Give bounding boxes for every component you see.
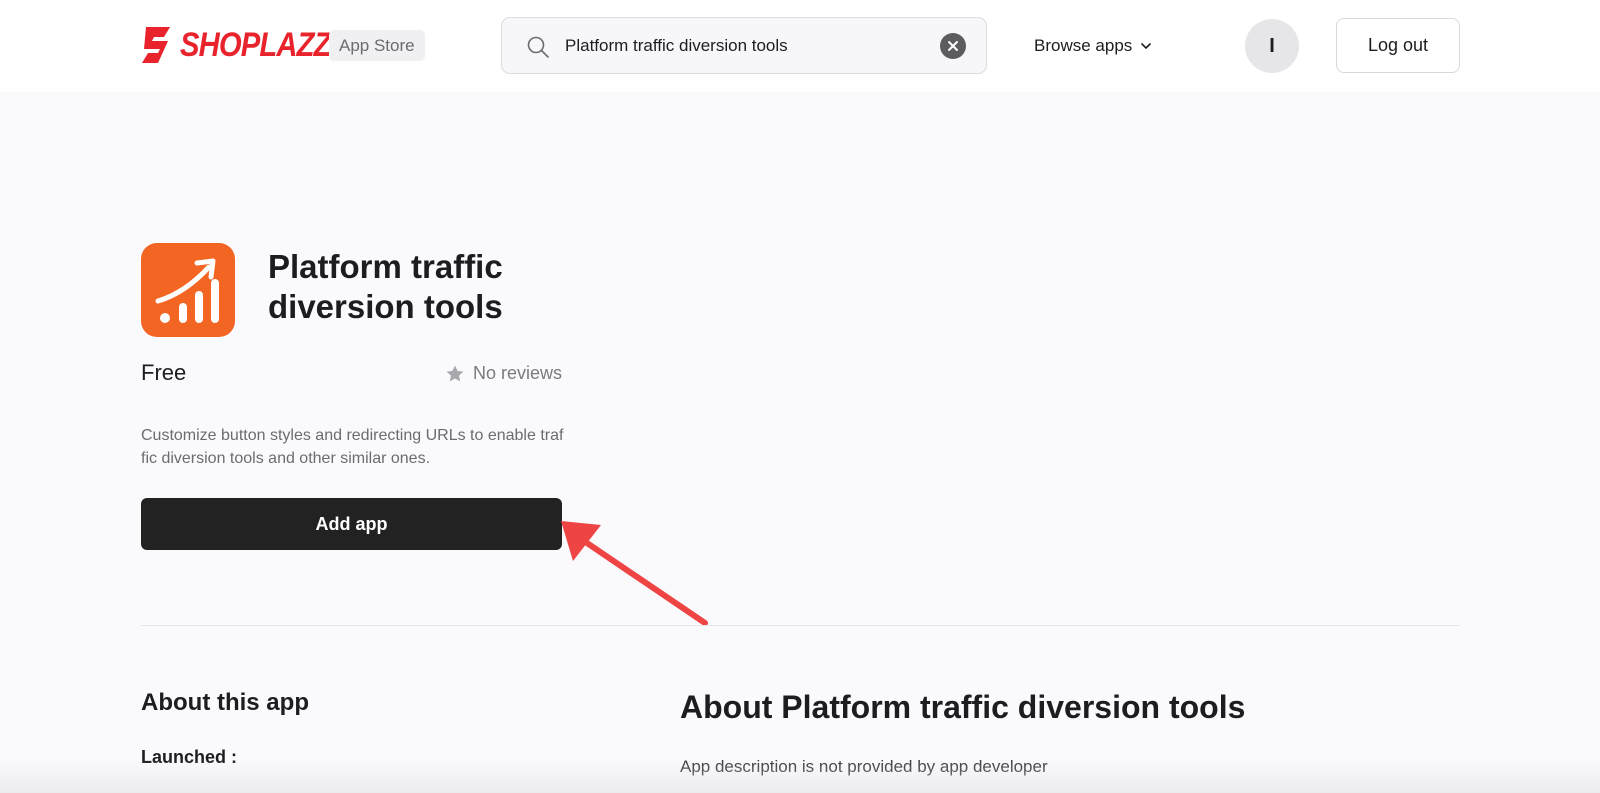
annotation-arrow-icon xyxy=(561,521,708,626)
app-short-description: Customize button styles and redirecting … xyxy=(141,427,564,467)
launched-label: Launched : xyxy=(141,747,238,767)
app-detail-panel: Platform traffic diversion tools Free No… xyxy=(0,92,1600,793)
section-divider xyxy=(141,625,1460,626)
logo-text: SHOPLAZZA xyxy=(180,26,352,64)
logo-mark-icon xyxy=(142,27,170,63)
top-header: SHOPLAZZA App Store Browse apps I Log ou… xyxy=(0,0,1600,92)
search-bar xyxy=(501,17,987,74)
price-label: Free xyxy=(141,360,187,385)
reviews-label: No reviews xyxy=(473,363,563,383)
trending-up-chart-icon xyxy=(141,243,235,337)
browse-apps-dropdown[interactable]: Browse apps xyxy=(1034,32,1152,60)
search-icon xyxy=(527,36,549,58)
star-icon xyxy=(446,365,464,381)
chevron-down-icon xyxy=(1141,43,1152,49)
reviews-summary[interactable]: No reviews xyxy=(445,363,562,384)
about-this-app-heading: About this app xyxy=(141,689,309,716)
close-icon[interactable] xyxy=(940,33,966,59)
search-input[interactable] xyxy=(565,18,915,73)
about-app-title: About Platform traffic diversion tools xyxy=(680,689,1246,725)
about-app-description: App description is not provided by app d… xyxy=(680,757,1048,776)
browse-apps-label: Browse apps xyxy=(1034,36,1133,55)
add-app-button[interactable]: Add app xyxy=(141,498,562,550)
app-title: Platform traffic diversion tools xyxy=(268,248,503,325)
logout-button[interactable]: Log out xyxy=(1336,18,1460,73)
app-store-badge: App Store xyxy=(329,30,425,61)
user-avatar[interactable]: I xyxy=(1245,19,1299,73)
